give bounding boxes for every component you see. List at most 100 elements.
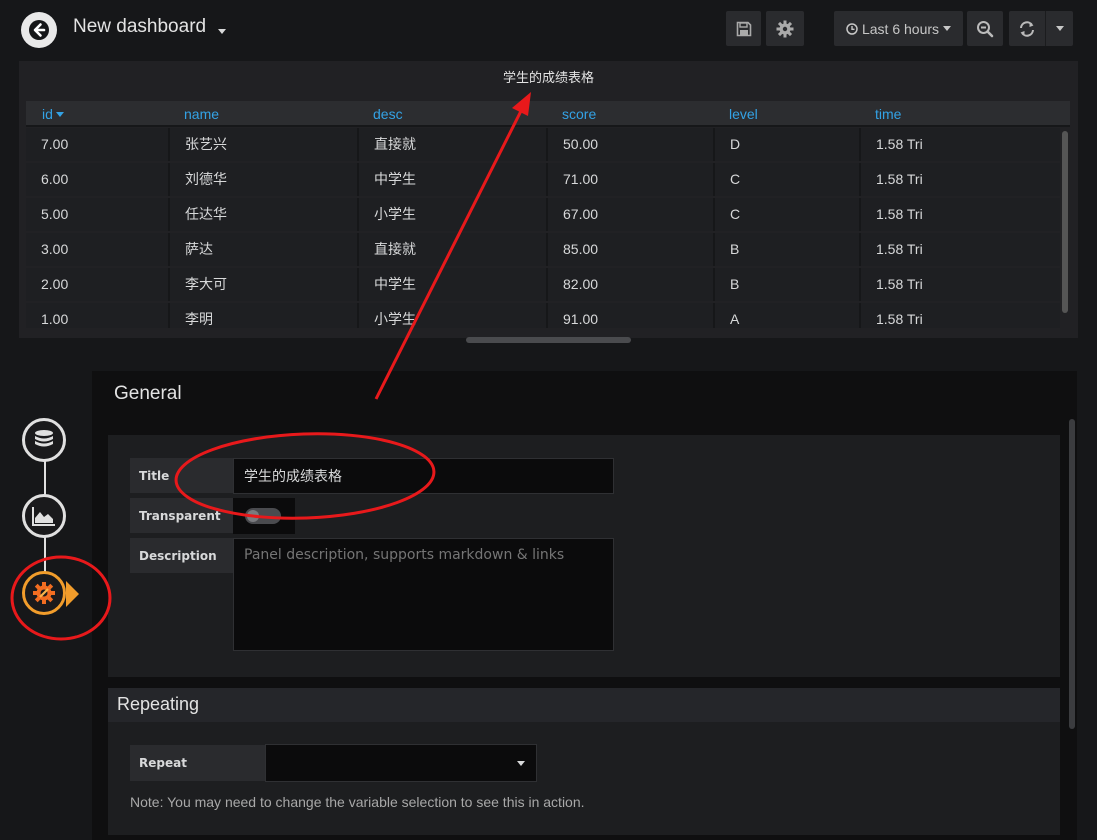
table-cell: 5.00 — [41, 206, 69, 222]
table-row: 1.00 李明 小学生 91.00 A 1.58 Tri — [26, 303, 1060, 328]
description-textarea[interactable] — [233, 538, 614, 651]
column-header-score[interactable]: score — [562, 106, 596, 122]
refresh-interval-dropdown[interactable] — [1046, 11, 1073, 46]
table-cell: 50.00 — [546, 128, 713, 161]
table-cell: 85.00 — [546, 233, 713, 266]
table-cell: 2.00 — [41, 276, 69, 292]
table-panel: 学生的成绩表格 id name desc score level time 7.… — [19, 61, 1078, 343]
repeat-note: Note: You may need to change the variabl… — [130, 794, 585, 810]
column-header-level[interactable]: level — [729, 106, 758, 122]
table-cell: D — [713, 128, 859, 161]
column-header-id[interactable]: id — [42, 106, 64, 122]
repeating-section: Repeating Repeat Note: You may need to c… — [108, 688, 1060, 835]
chevron-down-icon — [1055, 26, 1064, 31]
table-cell: C — [713, 198, 859, 231]
refresh-button-group — [1009, 11, 1073, 46]
table-row: 6.00 刘德华 中学生 71.00 C 1.58 Tri — [26, 163, 1060, 196]
step-general[interactable] — [22, 571, 66, 615]
table-header: id name desc score level time — [26, 101, 1070, 127]
time-range-label: Last 6 hours — [861, 20, 940, 37]
table-cell: 直接就 — [357, 233, 546, 266]
arrow-left-icon — [29, 20, 49, 40]
area-chart-icon — [32, 507, 55, 526]
table-vertical-scrollbar[interactable] — [1062, 131, 1068, 313]
table-cell: 6.00 — [41, 171, 69, 187]
panel-editor: General Title Transparent Description Re… — [92, 371, 1077, 840]
sort-desc-icon — [55, 112, 64, 117]
table-cell: 1.58 Tri — [859, 128, 1060, 161]
editor-scrollbar[interactable] — [1069, 419, 1075, 729]
transparent-label: Transparent — [130, 498, 233, 533]
refresh-icon — [1020, 20, 1034, 37]
refresh-button[interactable] — [1009, 11, 1045, 46]
column-header-desc[interactable]: desc — [373, 106, 403, 122]
table-cell: 1.58 Tri — [859, 303, 1060, 328]
dashboard-title[interactable]: New dashboard — [73, 16, 206, 38]
back-button[interactable] — [21, 12, 57, 48]
editor-heading: General — [114, 383, 182, 404]
table-cell: 7.00 — [41, 136, 69, 152]
table-cell: 71.00 — [546, 163, 713, 196]
gear-wrench-icon — [33, 582, 55, 604]
table-cell: 小学生 — [357, 198, 546, 231]
table-cell: A — [713, 303, 859, 328]
repeating-heading: Repeating — [117, 694, 200, 714]
table-cell: 小学生 — [357, 303, 546, 328]
dashboard-settings-button[interactable] — [766, 11, 804, 46]
table-row: 2.00 李大可 中学生 82.00 B 1.58 Tri — [26, 268, 1060, 301]
table-cell: 中学生 — [357, 268, 546, 301]
step-visualization[interactable] — [22, 494, 66, 538]
table-cell: 1.00 — [41, 311, 69, 327]
table-cell: 刘德华 — [168, 163, 357, 196]
title-input[interactable] — [233, 458, 614, 494]
repeat-select[interactable] — [265, 744, 537, 782]
column-header-time[interactable]: time — [875, 106, 901, 122]
panel-resize-handle[interactable] — [466, 337, 631, 343]
column-header-name[interactable]: name — [184, 106, 219, 122]
general-section: Title Transparent Description — [108, 435, 1060, 677]
table-body: 7.00 张艺兴 直接就 50.00 D 1.58 Tri 6.00 刘德华 中… — [26, 128, 1060, 328]
panel-title[interactable]: 学生的成绩表格 — [19, 67, 1078, 86]
chevron-down-icon — [943, 26, 952, 31]
repeating-section-header: Repeating — [108, 688, 1060, 722]
table-cell: 张艺兴 — [168, 128, 357, 161]
description-label: Description — [130, 538, 233, 573]
database-icon — [35, 430, 53, 447]
zoom-out-icon — [977, 20, 994, 37]
table-cell: 67.00 — [546, 198, 713, 231]
clock-icon — [846, 22, 858, 35]
table-cell: 82.00 — [546, 268, 713, 301]
active-step-pointer — [66, 581, 79, 607]
gear-icon — [776, 20, 794, 37]
table-cell: 李大可 — [168, 268, 357, 301]
table-cell: 李明 — [168, 303, 357, 328]
title-label: Title — [130, 458, 233, 493]
save-dashboard-button[interactable] — [726, 11, 761, 46]
table-row: 3.00 萨达 直接就 85.00 B 1.58 Tri — [26, 233, 1060, 266]
table-cell: C — [713, 163, 859, 196]
table-cell: 萨达 — [168, 233, 357, 266]
table-row: 7.00 张艺兴 直接就 50.00 D 1.58 Tri — [26, 128, 1060, 161]
zoom-out-button[interactable] — [967, 11, 1003, 46]
transparent-toggle[interactable] — [245, 508, 281, 524]
table-cell: 任达华 — [168, 198, 357, 231]
table-cell: 中学生 — [357, 163, 546, 196]
top-navbar: New dashboard Last 6 hours — [0, 0, 1097, 60]
table-cell: 91.00 — [546, 303, 713, 328]
table-cell: 1.58 Tri — [859, 163, 1060, 196]
step-queries[interactable] — [22, 418, 66, 462]
toggle-knob — [247, 510, 259, 522]
transparent-toggle-container — [233, 498, 295, 534]
table-cell: 1.58 Tri — [859, 268, 1060, 301]
table-row: 5.00 任达华 小学生 67.00 C 1.58 Tri — [26, 198, 1060, 231]
dashboard-title-caret-icon[interactable] — [218, 29, 226, 34]
repeat-label: Repeat — [130, 745, 265, 781]
table-cell: B — [713, 233, 859, 266]
save-icon — [736, 21, 751, 36]
table-cell: 1.58 Tri — [859, 198, 1060, 231]
table-cell: 3.00 — [41, 241, 69, 257]
time-range-picker[interactable]: Last 6 hours — [834, 11, 963, 46]
table-cell: 直接就 — [357, 128, 546, 161]
table-cell: 1.58 Tri — [859, 233, 1060, 266]
chevron-down-icon — [517, 761, 525, 766]
